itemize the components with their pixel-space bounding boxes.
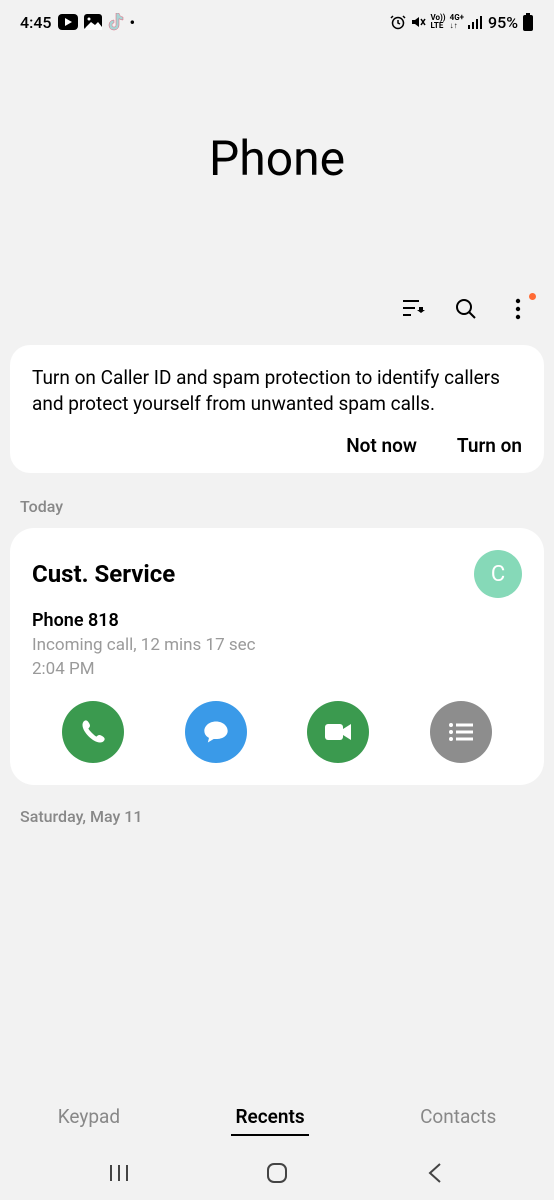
caller-name: Cust. Service [32, 560, 175, 588]
notification-dot-icon: • [130, 13, 136, 32]
battery-text: 95% [488, 13, 518, 32]
tab-recents[interactable]: Recents [231, 1099, 308, 1136]
recent-apps-button[interactable] [107, 1161, 131, 1185]
page-title: Phone [0, 40, 554, 297]
spam-protection-banner: Turn on Caller ID and spam protection to… [10, 345, 544, 473]
filter-button[interactable] [402, 297, 426, 321]
toolbar [0, 297, 554, 337]
turn-on-button[interactable]: Turn on [457, 434, 522, 457]
mute-icon [410, 14, 426, 30]
status-right: Vo))LTE 4G+↓↑ 95% [390, 13, 534, 32]
section-today: Today [0, 489, 554, 528]
call-action-row [32, 701, 522, 763]
phone-label: Phone 818 [32, 610, 522, 631]
notification-badge-icon [529, 293, 536, 300]
network-4g-icon: 4G+↓↑ [450, 14, 464, 30]
avatar[interactable]: C [474, 550, 522, 598]
video-call-button[interactable] [307, 701, 369, 763]
not-now-button[interactable]: Not now [346, 434, 417, 457]
system-nav-bar [0, 1146, 554, 1200]
banner-message: Turn on Caller ID and spam protection to… [32, 365, 522, 416]
status-bar: 4:45 • Vo))LTE 4G+↓↑ 95% [0, 0, 554, 40]
call-button[interactable] [62, 701, 124, 763]
call-item-expanded[interactable]: Cust. Service C Phone 818 Incoming call,… [10, 528, 544, 785]
message-button[interactable] [185, 701, 247, 763]
section-saturday: Saturday, May 11 [0, 803, 554, 830]
search-button[interactable] [454, 297, 478, 321]
battery-icon [522, 13, 534, 31]
bottom-tab-bar: Keypad Recents Contacts [0, 1089, 554, 1146]
more-button[interactable] [506, 297, 530, 321]
signal-icon [468, 15, 484, 29]
alarm-icon [390, 14, 406, 30]
call-time: 2:04 PM [32, 659, 522, 679]
clock: 4:45 [20, 13, 52, 32]
back-button[interactable] [423, 1161, 447, 1185]
volte-icon: Vo))LTE [430, 14, 445, 30]
home-button[interactable] [265, 1161, 289, 1185]
tiktok-icon [108, 13, 124, 31]
youtube-icon [58, 14, 78, 30]
tab-contacts[interactable]: Contacts [416, 1099, 500, 1136]
details-button[interactable] [430, 701, 492, 763]
call-meta: Incoming call, 12 mins 17 sec [32, 635, 522, 655]
tab-keypad[interactable]: Keypad [54, 1099, 124, 1136]
status-left: 4:45 • [20, 13, 135, 32]
gallery-icon [84, 14, 102, 30]
